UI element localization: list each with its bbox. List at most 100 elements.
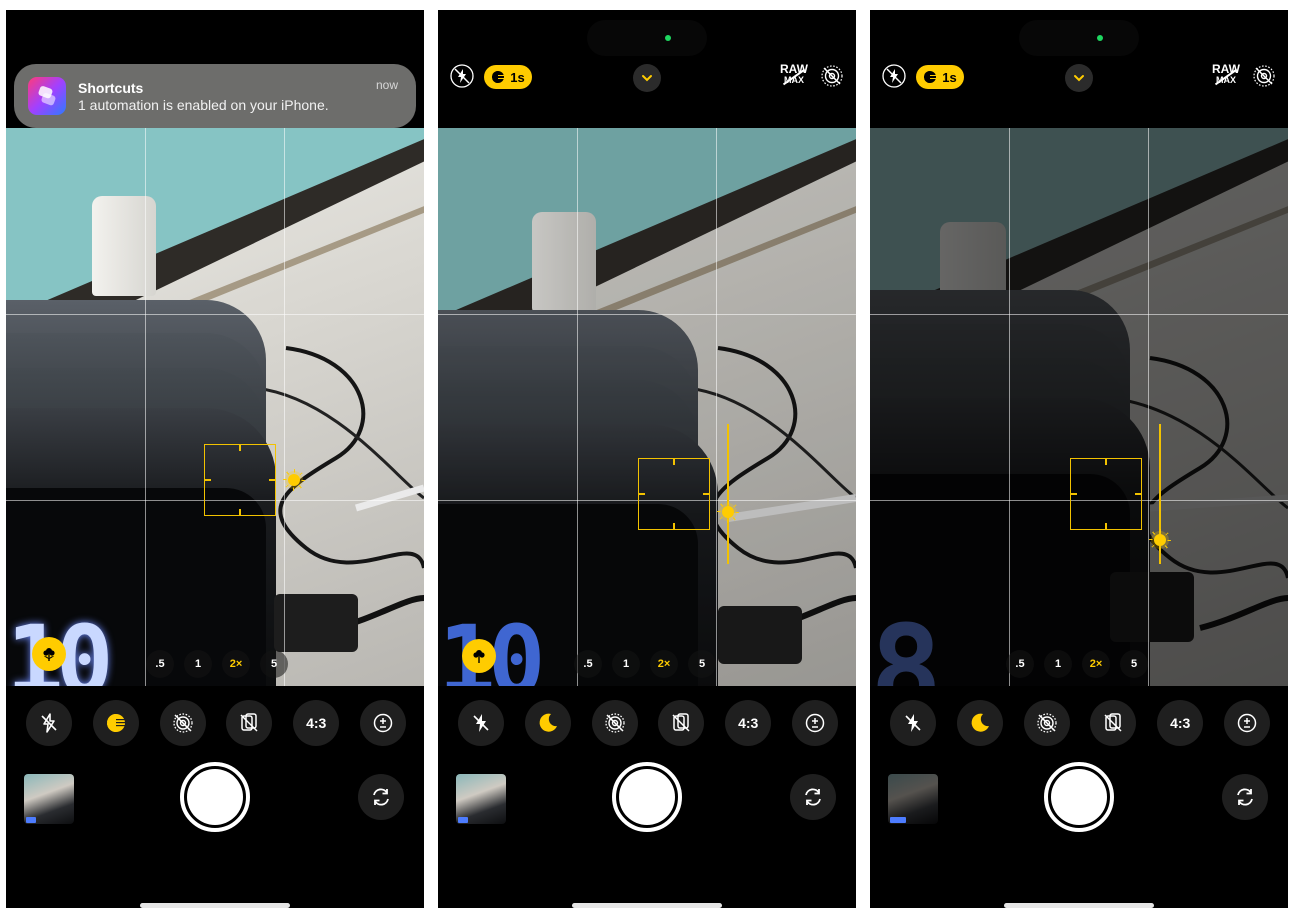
live-photo-button-top[interactable] xyxy=(820,64,844,88)
focus-box[interactable] xyxy=(204,444,276,516)
grid-line xyxy=(145,128,146,686)
zoom-option[interactable]: 5 xyxy=(260,650,288,678)
last-photo-thumbnail[interactable] xyxy=(24,774,74,824)
night-mode-pill[interactable]: 1s xyxy=(484,65,532,89)
viewfinder[interactable]: 10 xyxy=(438,128,856,686)
live-photo-off-icon xyxy=(604,713,625,733)
home-indicator[interactable] xyxy=(572,903,722,908)
zoom-option[interactable]: 1 xyxy=(184,650,212,678)
camera-flip-button[interactable] xyxy=(1222,774,1268,820)
styles-button[interactable] xyxy=(226,700,273,746)
exposure-sun-icon[interactable] xyxy=(1154,534,1166,546)
zoom-option-active[interactable]: 2× xyxy=(222,650,250,678)
shutter-button[interactable] xyxy=(1044,762,1114,832)
grid-line xyxy=(284,128,285,686)
grid-line xyxy=(1148,128,1149,686)
live-photo-button-top[interactable] xyxy=(1252,64,1276,88)
aspect-ratio-button[interactable]: 4:3 xyxy=(725,700,772,746)
controls-toggle-button[interactable] xyxy=(1065,64,1093,92)
styles-button[interactable] xyxy=(1090,700,1137,746)
flash-button[interactable] xyxy=(26,700,72,746)
night-mode-pill[interactable]: 1s xyxy=(916,65,964,89)
camera-scene: 8 xyxy=(870,128,1288,686)
shutter-button[interactable] xyxy=(612,762,682,832)
last-photo-thumbnail[interactable] xyxy=(456,774,506,824)
aspect-ratio-button[interactable]: 4:3 xyxy=(293,700,340,746)
camera-options-row: 4:3 xyxy=(458,700,838,746)
viewfinder[interactable]: 8 xyxy=(870,128,1288,686)
zoom-option[interactable]: .5 xyxy=(574,650,602,678)
zoom-option-active[interactable]: 2× xyxy=(1082,650,1110,678)
exposure-button[interactable] xyxy=(791,700,838,746)
night-mode-icon xyxy=(106,714,125,732)
flash-button[interactable] xyxy=(890,700,936,746)
raw-max-toggle[interactable]: RAW MAX xyxy=(780,63,808,90)
home-indicator[interactable] xyxy=(140,903,290,908)
exposure-icon xyxy=(805,713,825,733)
camera-flip-icon xyxy=(373,788,389,806)
viewfinder[interactable]: 10 xyxy=(6,128,424,686)
flash-button-top[interactable] xyxy=(450,64,474,88)
zoom-option[interactable]: .5 xyxy=(1006,650,1034,678)
exposure-sun-icon[interactable] xyxy=(722,506,734,518)
night-mode-duration: 1s xyxy=(510,69,525,85)
focus-box[interactable] xyxy=(1070,458,1142,530)
black-adapter xyxy=(1110,572,1194,642)
last-photo-thumbnail[interactable] xyxy=(888,774,938,824)
night-mode-button[interactable] xyxy=(956,700,1003,746)
shutter-button[interactable] xyxy=(180,762,250,832)
live-photo-button[interactable] xyxy=(1023,700,1070,746)
zoom-option[interactable]: 5 xyxy=(1120,650,1148,678)
live-photo-button[interactable] xyxy=(591,700,638,746)
camera-options-row: 4:3 xyxy=(26,700,406,746)
night-mode-icon xyxy=(924,71,937,83)
styles-icon xyxy=(1104,713,1122,732)
flash-off-icon xyxy=(473,714,489,732)
styles-button[interactable] xyxy=(658,700,705,746)
styles-icon xyxy=(240,713,258,732)
flash-button[interactable] xyxy=(458,700,504,746)
zoom-option[interactable]: 1 xyxy=(1044,650,1072,678)
camera-scene: 10 xyxy=(438,128,856,686)
black-adapter xyxy=(718,606,802,664)
flash-off-icon xyxy=(882,64,906,88)
flash-button-top[interactable] xyxy=(882,64,906,88)
raw-max-toggle[interactable]: RAW MAX xyxy=(1212,62,1240,90)
exposure-button[interactable] xyxy=(359,700,406,746)
camera-screen-2: 1s RAW MAX .5 1 2× 5 4:3 xyxy=(438,10,856,908)
live-photo-button[interactable] xyxy=(159,700,206,746)
zoom-option[interactable]: 1 xyxy=(612,650,640,678)
aspect-ratio-button[interactable]: 4:3 xyxy=(1157,700,1204,746)
zoom-option[interactable]: 5 xyxy=(688,650,716,678)
camera-flip-button[interactable] xyxy=(358,774,404,820)
exposure-slider-track[interactable] xyxy=(727,424,729,564)
exposure-sun-icon[interactable] xyxy=(288,474,300,486)
zoom-option[interactable]: .5 xyxy=(146,650,174,678)
exposure-button[interactable] xyxy=(1223,700,1270,746)
night-mode-icon xyxy=(492,71,505,83)
notification-time: now xyxy=(375,78,398,92)
night-mode-button[interactable] xyxy=(524,700,571,746)
grid-line xyxy=(577,128,578,686)
black-adapter xyxy=(274,594,358,652)
notification-title: Shortcuts xyxy=(78,79,144,96)
zoom-option-active[interactable]: 2× xyxy=(650,650,678,678)
macro-toggle[interactable] xyxy=(32,637,66,671)
grid-line xyxy=(6,314,424,315)
grid-line xyxy=(1009,128,1010,686)
focus-box[interactable] xyxy=(638,458,710,530)
dynamic-island xyxy=(587,20,707,56)
controls-toggle-button[interactable] xyxy=(633,64,661,92)
camera-flip-button[interactable] xyxy=(790,774,836,820)
grid-line xyxy=(716,128,717,686)
styles-icon xyxy=(672,713,690,732)
night-mode-icon xyxy=(539,713,557,732)
raw-label: RAW xyxy=(1212,62,1240,76)
night-mode-button[interactable] xyxy=(92,700,139,746)
zoom-selector: .5 1 2× 5 xyxy=(1006,650,1148,678)
home-indicator[interactable] xyxy=(1004,903,1154,908)
shortcuts-notification[interactable]: Shortcuts 1 automation is enabled on you… xyxy=(14,64,416,128)
raw-sub-label: MAX xyxy=(784,75,804,85)
exposure-icon xyxy=(373,713,393,733)
macro-toggle[interactable] xyxy=(462,639,496,673)
